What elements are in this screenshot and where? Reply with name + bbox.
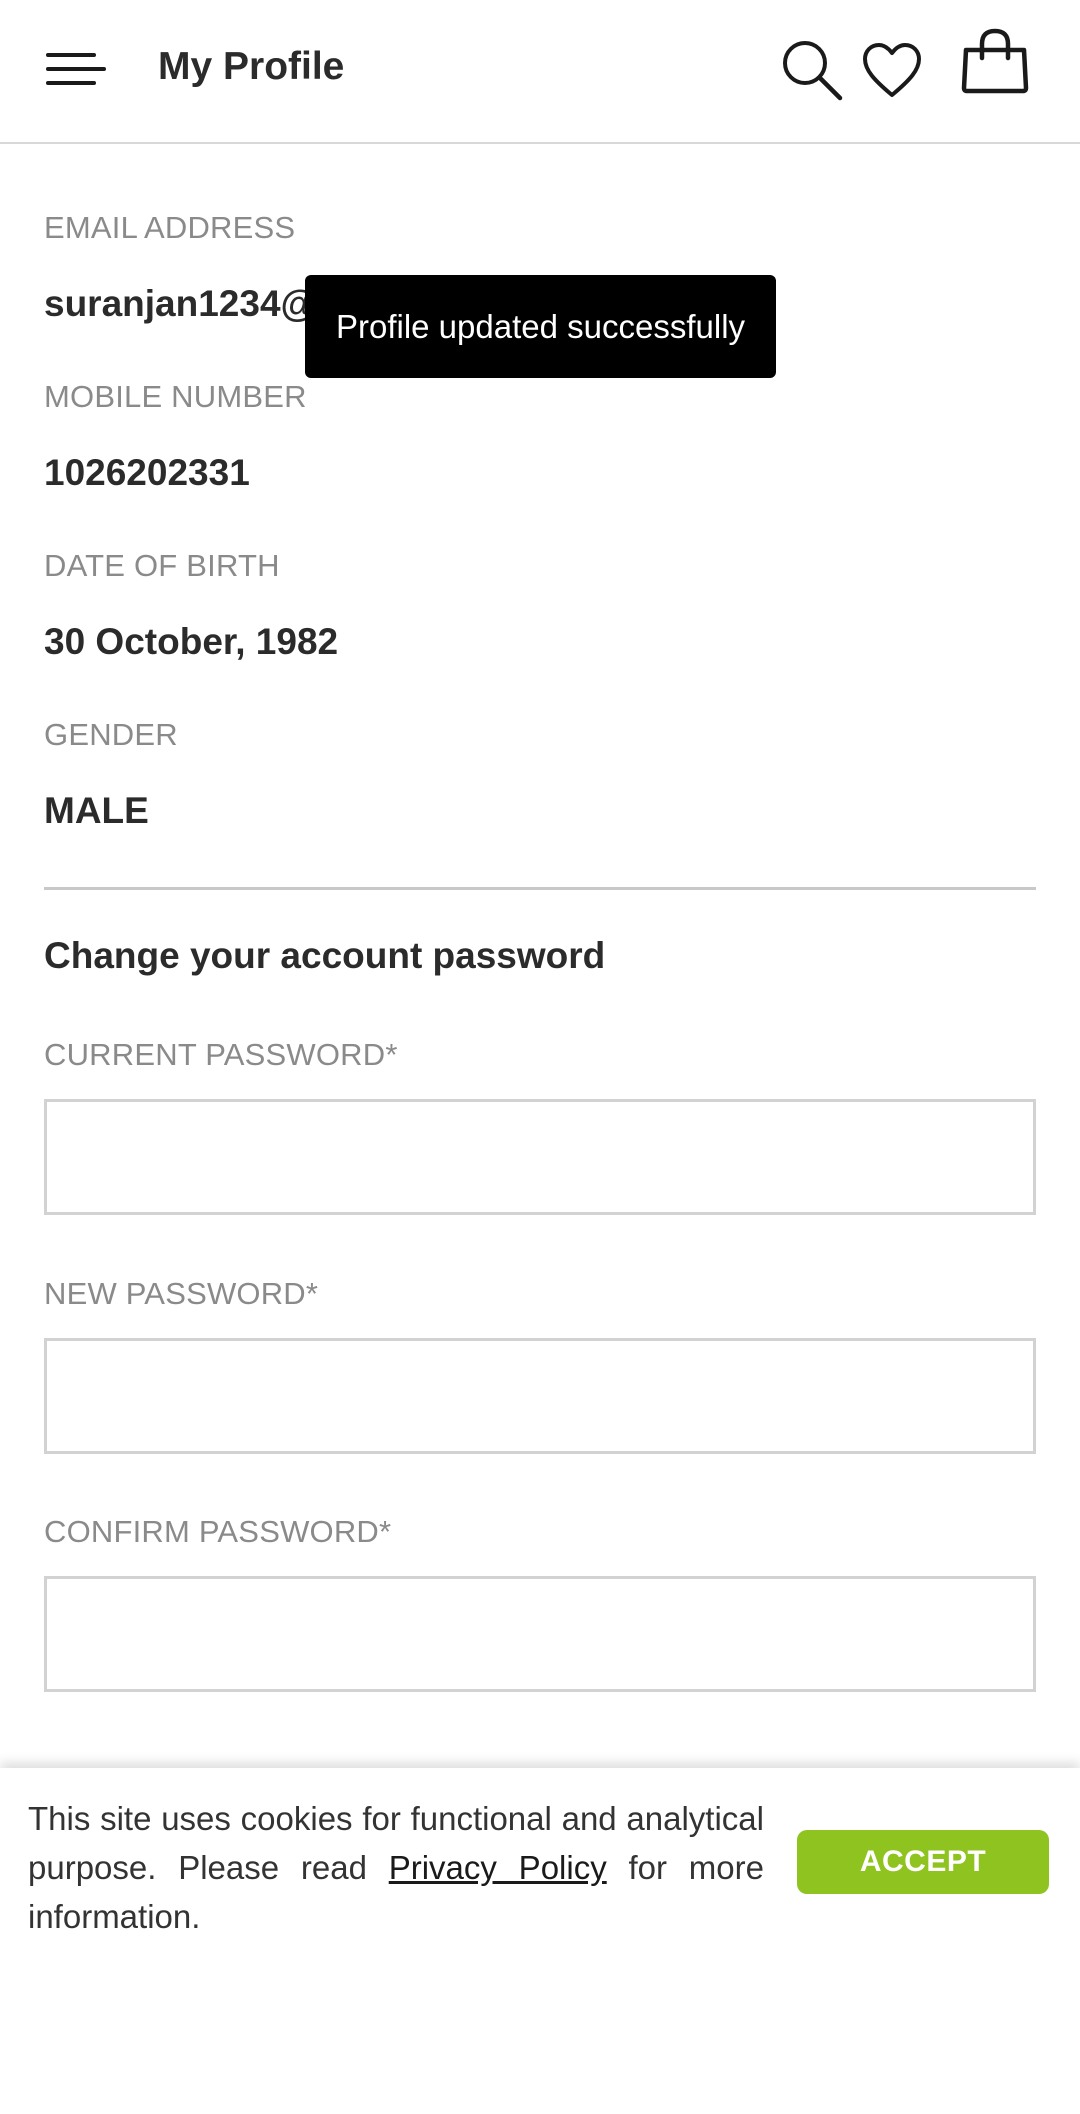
hamburger-menu-icon[interactable] — [46, 48, 108, 88]
dob-value: 30 October, 1982 — [44, 621, 339, 662]
gender-value: MALE — [44, 790, 149, 831]
current-password-input[interactable] — [44, 1099, 1036, 1215]
mobile-label: MOBILE NUMBER — [44, 379, 307, 414]
new-password-input[interactable] — [44, 1338, 1036, 1454]
search-icon[interactable] — [780, 38, 844, 102]
dob-label: DATE OF BIRTH — [44, 548, 280, 583]
email-value: suranjan1234@ — [44, 283, 317, 324]
mobile-value: 1026202331 — [44, 452, 250, 493]
current-password-label: CURRENT PASSWORD* — [44, 1037, 398, 1072]
cookie-message: This site uses cookies for functional an… — [28, 1794, 764, 1941]
gender-label: GENDER — [44, 717, 178, 752]
change-password-heading: Change your account password — [44, 935, 606, 976]
shopping-bag-icon[interactable] — [960, 28, 1030, 94]
confirm-password-input[interactable] — [44, 1576, 1036, 1692]
cookie-banner: This site uses cookies for functional an… — [0, 1768, 1080, 2114]
accept-cookies-button[interactable]: ACCEPT — [797, 1830, 1049, 1894]
page-title: My Profile — [158, 45, 345, 88]
email-label: EMAIL ADDRESS — [44, 210, 296, 245]
confirm-password-label: CONFIRM PASSWORD* — [44, 1514, 392, 1549]
new-password-label: NEW PASSWORD* — [44, 1276, 319, 1311]
heart-icon[interactable] — [862, 42, 922, 100]
section-divider — [44, 887, 1036, 890]
app-header: My Profile — [0, 0, 1080, 144]
privacy-policy-link[interactable]: Privacy Policy — [389, 1849, 607, 1886]
profile-screen: Patthaik EMAIL ADDRESS suranjan1234@ MOB… — [0, 0, 1080, 2114]
success-toast: Profile updated successfully — [305, 275, 776, 378]
